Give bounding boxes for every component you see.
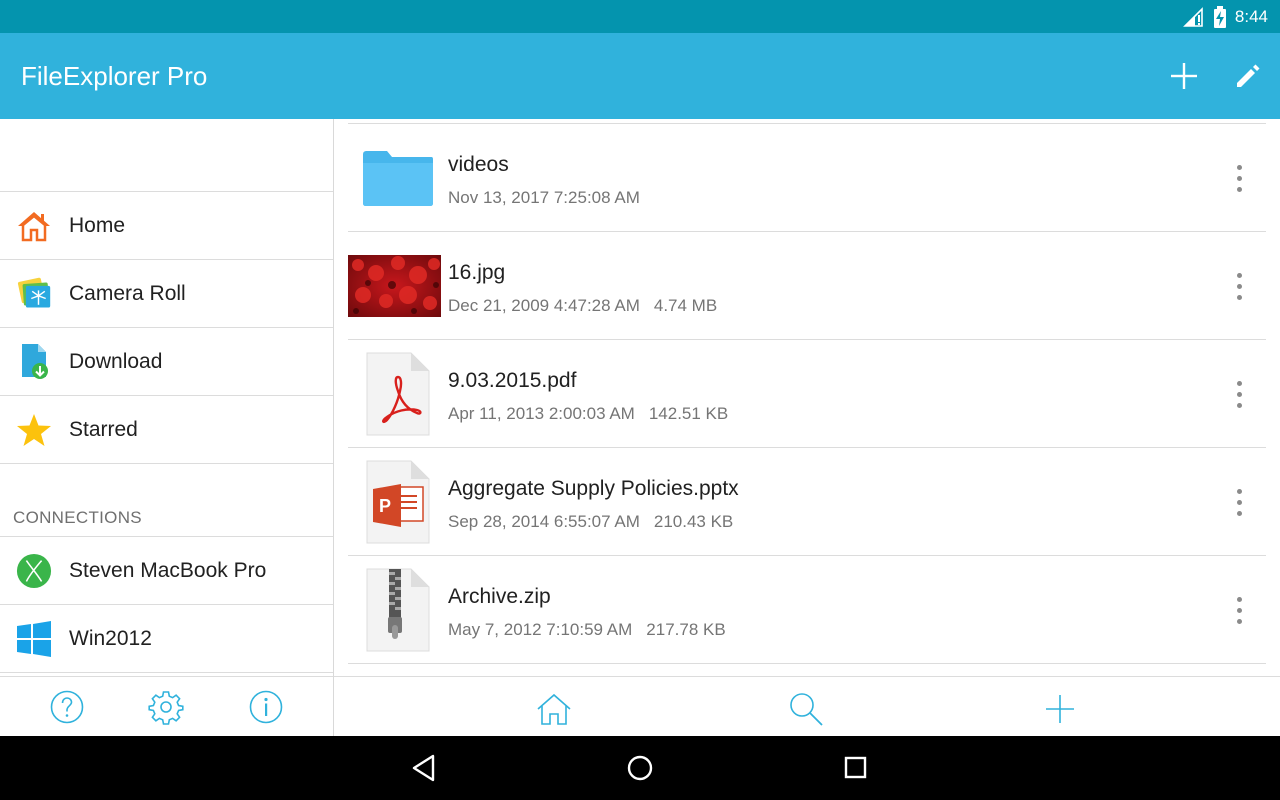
search-icon: [790, 693, 823, 726]
help-button[interactable]: [49, 689, 85, 725]
sidebar-item-label: Download: [69, 349, 163, 373]
more-options-button[interactable]: [1224, 482, 1254, 522]
add-icon: [1171, 63, 1197, 89]
more-options-button[interactable]: [1224, 590, 1254, 630]
file-date: Nov 13, 2017 7:25:08 AM: [448, 188, 640, 207]
file-meta: Dec 21, 2009 4:47:28 AM 4.74 MB: [448, 296, 717, 316]
sidebar-item-starred[interactable]: Starred: [0, 395, 333, 463]
add-icon: [1046, 695, 1074, 723]
sidebar-item-win2012[interactable]: Win2012: [0, 604, 333, 672]
file-date: Sep 28, 2014 6:55:07 AM: [448, 512, 640, 531]
zip-file-icon: [348, 556, 448, 664]
clock: 8:44: [1234, 6, 1268, 26]
file-name: 16.jpg: [448, 261, 506, 284]
svg-text:P: P: [379, 496, 391, 516]
star-icon: [16, 412, 52, 448]
add-button[interactable]: [1152, 44, 1216, 108]
add-button[interactable]: [1040, 689, 1080, 729]
sidebar-item-download[interactable]: Download: [0, 327, 333, 395]
edit-button[interactable]: [1216, 44, 1280, 108]
file-name: videos: [448, 153, 509, 176]
file-size: 217.78 KB: [646, 620, 726, 639]
bottom-toolbar: [334, 676, 1280, 736]
more-options-button[interactable]: [1224, 374, 1254, 414]
android-nav-bar: [0, 736, 1280, 800]
file-name: 9.03.2015.pdf: [448, 369, 577, 392]
file-date: May 7, 2012 7:10:59 AM: [448, 620, 633, 639]
info-icon: [249, 690, 283, 724]
download-icon: [16, 343, 52, 380]
sidebar-item-label: Home: [69, 213, 126, 237]
sidebar-item-label: Steven MacBook Pro: [69, 558, 267, 582]
sidebar-item-label: Starred: [69, 417, 138, 441]
file-meta: May 7, 2012 7:10:59 AM 217.78 KB: [448, 620, 726, 640]
app-bar: FileExplorer Pro: [0, 33, 1280, 119]
battery-charging-icon: [1213, 5, 1227, 28]
home-button[interactable]: [534, 689, 574, 729]
sidebar-item-camera-roll[interactable]: Camera Roll: [0, 259, 333, 327]
home-nav-button[interactable]: [620, 748, 660, 788]
app-title: FileExplorer Pro: [21, 60, 208, 91]
search-button[interactable]: [786, 689, 826, 729]
help-icon: [50, 690, 84, 724]
more-options-button[interactable]: [1224, 158, 1254, 198]
file-name: Aggregate Supply Policies.pptx: [448, 477, 739, 500]
file-row-videos[interactable]: videos Nov 13, 2017 7:25:08 AM: [348, 123, 1266, 231]
file-date: Dec 21, 2009 4:47:28 AM: [448, 296, 640, 315]
camera-roll-icon: [16, 276, 52, 312]
mac-os-x-icon: [16, 553, 52, 589]
divider: [0, 672, 333, 673]
edit-pencil-icon: [1237, 64, 1260, 87]
windows-icon: [16, 620, 52, 657]
file-list: videos Nov 13, 2017 7:25:08 AM 16.jpg De…: [348, 119, 1266, 676]
divider: [348, 663, 1266, 664]
file-meta: Nov 13, 2017 7:25:08 AM: [448, 188, 640, 208]
settings-icon: [148, 691, 184, 725]
more-options-button[interactable]: [1224, 266, 1254, 306]
file-row-pdf[interactable]: 9.03.2015.pdf Apr 11, 2013 2:00:03 AM 142…: [348, 339, 1266, 447]
info-button[interactable]: [248, 689, 284, 725]
signal-icon: [1182, 6, 1205, 27]
back-icon: [412, 754, 435, 782]
sidebar-footer: [0, 676, 333, 736]
file-row-zip[interactable]: Archive.zip May 7, 2012 7:10:59 AM 217.78…: [348, 555, 1266, 663]
powerpoint-file-icon: P: [348, 448, 448, 556]
file-row-pptx[interactable]: P Aggregate Supply Policies.pptx Sep 28,…: [348, 447, 1266, 555]
pdf-file-icon: [348, 340, 448, 448]
home-icon: [537, 693, 571, 725]
settings-button[interactable]: [148, 689, 184, 725]
divider: [0, 463, 333, 464]
sidebar: Home Camera Roll Download Starred CONNEC…: [0, 119, 334, 736]
sidebar-item-home[interactable]: Home: [0, 191, 333, 259]
image-thumbnail: [348, 232, 441, 340]
connections-header: CONNECTIONS: [13, 508, 142, 527]
home-icon: [16, 208, 52, 244]
file-size: 210.43 KB: [653, 512, 734, 531]
recents-button[interactable]: [836, 748, 876, 788]
file-name: Archive.zip: [448, 585, 551, 608]
file-meta: Sep 28, 2014 6:55:07 AM 210.43 KB: [448, 512, 733, 532]
sidebar-item-steven-macbook-pro[interactable]: Steven MacBook Pro: [0, 536, 333, 604]
back-button[interactable]: [404, 748, 444, 788]
status-bar: 8:44: [0, 0, 1280, 33]
home-circle-icon: [627, 755, 653, 781]
file-meta: Apr 11, 2013 2:00:03 AM 142.51 KB: [448, 404, 728, 424]
sidebar-item-label: Camera Roll: [69, 281, 186, 305]
sidebar-item-label: Win2012: [69, 626, 152, 650]
file-date: Apr 11, 2013 2:00:03 AM: [448, 404, 635, 423]
file-size: 4.74 MB: [653, 296, 718, 315]
file-row-16-jpg[interactable]: 16.jpg Dec 21, 2009 4:47:28 AM 4.74 MB: [348, 231, 1266, 339]
file-size: 142.51 KB: [648, 404, 729, 423]
recents-icon: [844, 756, 867, 779]
folder-icon: [348, 124, 448, 232]
